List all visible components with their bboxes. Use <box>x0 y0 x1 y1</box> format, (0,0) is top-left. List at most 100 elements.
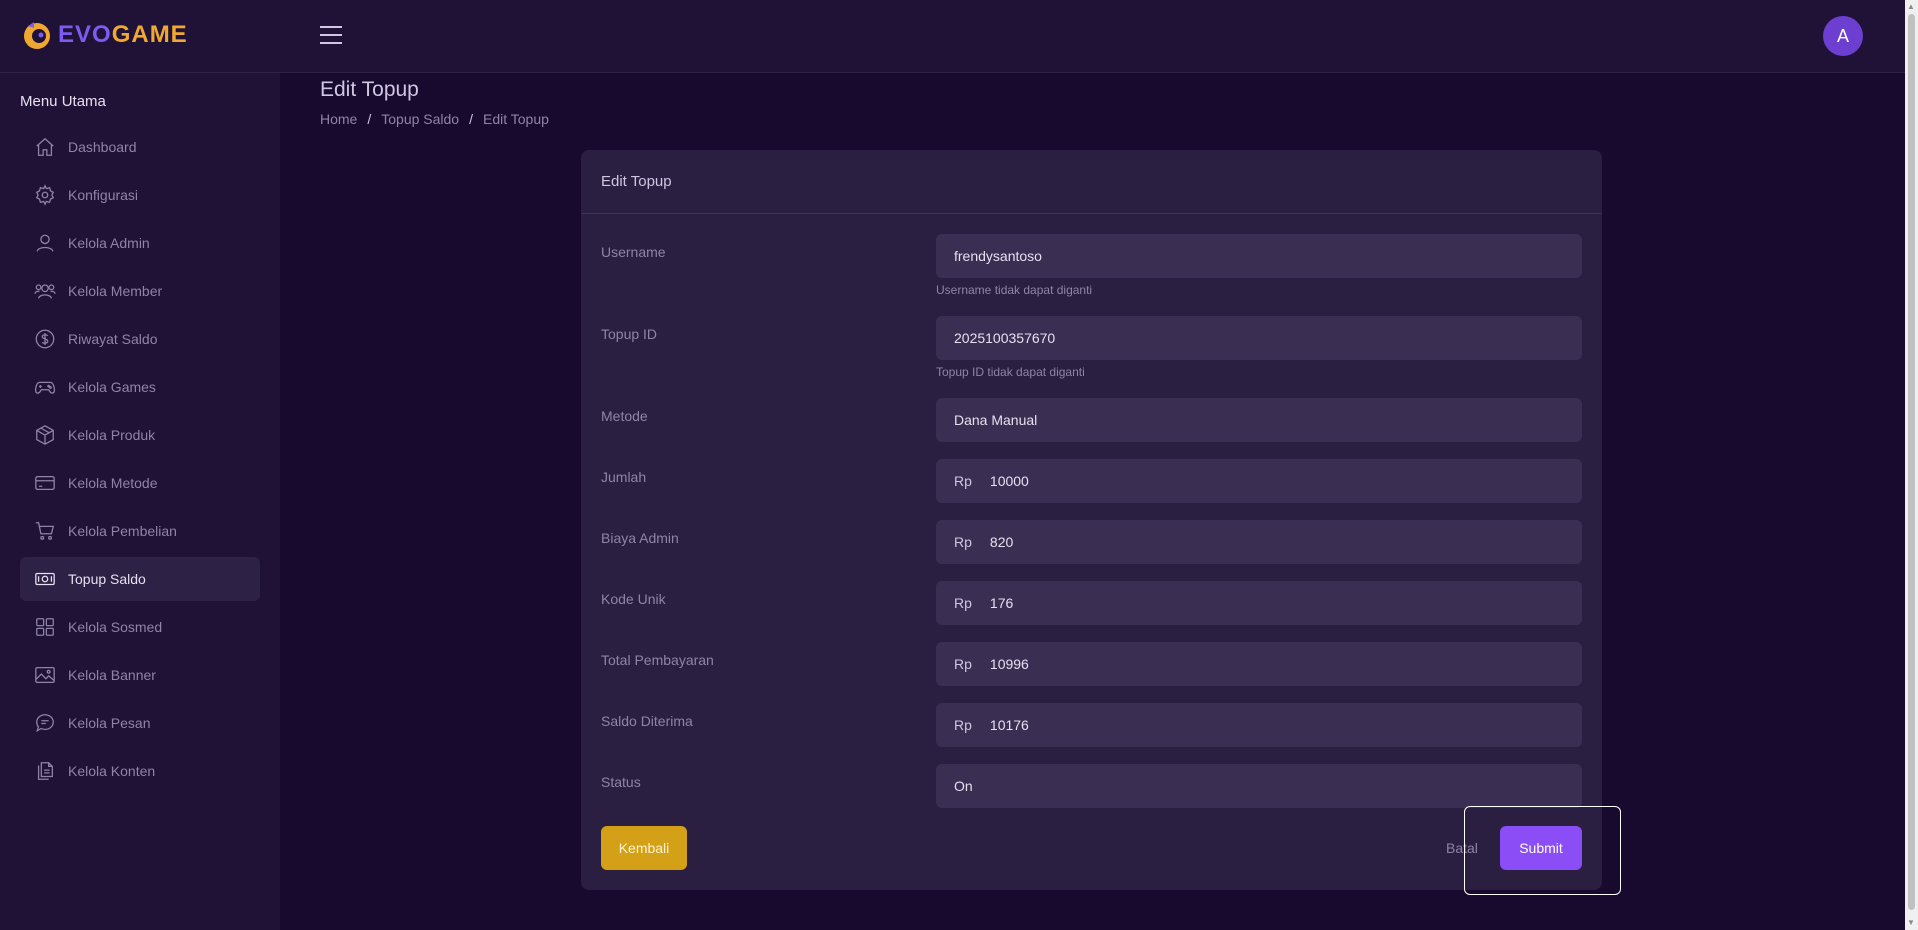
total-pembayaran-value: 10996 <box>989 656 1029 672</box>
submit-button[interactable]: Submit <box>1500 826 1582 870</box>
files-icon <box>37 762 53 780</box>
sidebar-item-label: Kelola Pesan <box>68 715 151 731</box>
menu-toggle-icon[interactable] <box>320 26 342 46</box>
sidebar-item-kelola-konten[interactable]: Kelola Konten <box>20 749 260 793</box>
card-title: Edit Topup <box>581 150 1602 214</box>
sidebar-item-label: Konfigurasi <box>68 187 139 203</box>
brand-name: EVOGAME <box>58 21 188 49</box>
image-icon <box>35 667 55 683</box>
gamepad-icon <box>34 381 56 394</box>
metode-field[interactable]: Dana Manual <box>936 398 1582 442</box>
box-icon <box>36 425 54 445</box>
kode-unik-label: Kode Unik <box>601 591 666 607</box>
biaya-admin-field[interactable]: Rp 820 <box>936 520 1582 564</box>
grid-icon <box>36 618 54 636</box>
sidebar-item-label: Kelola Sosmed <box>68 619 163 635</box>
sidebar-item-kelola-admin[interactable]: Kelola Admin <box>20 221 260 265</box>
sidebar: Menu Utama Dashboard Konfigurasi Kelola … <box>0 73 280 930</box>
saldo-diterima-field[interactable]: Rp 10176 <box>936 703 1582 747</box>
status-value: On <box>954 778 973 794</box>
sidebar-item-kelola-metode[interactable]: Kelola Metode <box>20 461 260 505</box>
status-label: Status <box>601 774 641 790</box>
sidebar-item-kelola-member[interactable]: Kelola Member <box>20 269 260 313</box>
sidebar-item-label: Kelola Admin <box>68 235 150 251</box>
sidebar-item-kelola-pesan[interactable]: Kelola Pesan <box>20 701 260 745</box>
sidebar-item-kelola-sosmed[interactable]: Kelola Sosmed <box>20 605 260 649</box>
cancel-button[interactable]: Batal <box>1446 840 1478 856</box>
message-icon <box>36 714 54 733</box>
status-select[interactable]: On <box>936 764 1582 808</box>
kode-unik-field[interactable]: Rp 176 <box>936 581 1582 625</box>
sidebar-item-label: Kelola Member <box>68 283 163 299</box>
username-label: Username <box>601 244 666 260</box>
sidebar-item-riwayat-saldo[interactable]: Riwayat Saldo <box>20 317 260 361</box>
cart-icon <box>35 522 55 540</box>
brand-name-game: GAME <box>111 21 188 48</box>
scrollbar-thumb[interactable] <box>1908 14 1915 910</box>
breadcrumb-separator: / <box>469 111 473 127</box>
avatar[interactable]: A <box>1823 16 1863 56</box>
biaya-admin-value: 820 <box>989 534 1014 550</box>
dollar-icon <box>35 329 55 349</box>
username-field[interactable]: frendysantoso <box>936 234 1582 278</box>
sidebar-item-label: Kelola Banner <box>68 667 156 683</box>
total-pembayaran-field[interactable]: Rp 10996 <box>936 642 1582 686</box>
jumlah-label: Jumlah <box>601 469 647 485</box>
username-help-text: Username tidak dapat diganti <box>936 283 1093 297</box>
saldo-diterima-label: Saldo Diterima <box>601 713 693 729</box>
sidebar-item-label: Kelola Konten <box>68 763 156 779</box>
kode-unik-value: 176 <box>989 595 1014 611</box>
breadcrumb: Home / Topup Saldo / Edit Topup <box>320 111 549 127</box>
user-icon <box>36 234 54 252</box>
currency-prefix: Rp <box>954 717 972 733</box>
breadcrumb-separator: / <box>367 111 372 127</box>
currency-prefix: Rp <box>954 595 972 611</box>
topup-id-field[interactable]: 2025100357670 <box>936 316 1582 360</box>
card-icon <box>35 475 55 491</box>
breadcrumb-current: Edit Topup <box>482 111 549 127</box>
sidebar-item-topup-saldo[interactable]: Topup Saldo <box>20 557 260 601</box>
gear-icon <box>35 184 55 206</box>
top-bar: EVOGAME A <box>0 0 1905 73</box>
sidebar-item-kelola-banner[interactable]: Kelola Banner <box>20 653 260 697</box>
logo-mark-icon <box>24 22 50 49</box>
edit-topup-card: Edit Topup Username frendysantoso Userna… <box>581 150 1602 890</box>
sidebar-item-label: Kelola Pembelian <box>68 523 177 539</box>
sidebar-item-label: Topup Saldo <box>68 571 146 587</box>
scroll-up-icon[interactable]: ▲ <box>1907 2 1915 11</box>
scroll-down-icon[interactable]: ▼ <box>1907 918 1915 927</box>
sidebar-item-kelola-produk[interactable]: Kelola Produk <box>20 413 260 457</box>
sidebar-item-kelola-pembelian[interactable]: Kelola Pembelian <box>20 509 260 553</box>
users-icon <box>34 284 56 299</box>
page-scrollbar[interactable]: ▲ ▼ <box>1905 0 1918 930</box>
jumlah-value: 10000 <box>989 473 1029 489</box>
sidebar-item-dashboard[interactable]: Dashboard <box>20 125 260 169</box>
sidebar-item-konfigurasi[interactable]: Konfigurasi <box>20 173 260 217</box>
sidebar-item-label: Kelola Produk <box>68 427 156 443</box>
saldo-diterima-value: 10176 <box>989 717 1029 733</box>
topup-id-label: Topup ID <box>601 326 658 342</box>
back-button[interactable]: Kembali <box>601 826 687 870</box>
sidebar-item-kelola-games[interactable]: Kelola Games <box>20 365 260 409</box>
biaya-admin-label: Biaya Admin <box>601 530 679 546</box>
brand-logo[interactable]: EVOGAME <box>20 18 188 52</box>
metode-label: Metode <box>601 408 648 424</box>
sidebar-item-label: Kelola Games <box>68 379 156 395</box>
home-icon <box>36 137 54 156</box>
sidebar-menu: Dashboard Konfigurasi Kelola Admin Kelol… <box>20 125 260 797</box>
topup-id-help-text: Topup ID tidak dapat diganti <box>936 365 1085 379</box>
currency-prefix: Rp <box>954 656 972 672</box>
currency-prefix: Rp <box>954 534 972 550</box>
total-pembayaran-label: Total Pembayaran <box>601 652 714 668</box>
breadcrumb-topup-saldo[interactable]: Topup Saldo <box>381 111 459 127</box>
page-title: Edit Topup <box>320 78 419 101</box>
breadcrumb-home[interactable]: Home <box>320 111 357 127</box>
topup-id-value: 2025100357670 <box>954 330 1056 346</box>
jumlah-field[interactable]: Rp 10000 <box>936 459 1582 503</box>
sidebar-heading: Menu Utama <box>20 93 106 110</box>
currency-prefix: Rp <box>954 473 972 489</box>
sidebar-item-label: Dashboard <box>68 139 137 155</box>
money-icon <box>35 572 55 586</box>
metode-value: Dana Manual <box>954 412 1038 428</box>
brand-name-evo: EVO <box>58 21 112 48</box>
